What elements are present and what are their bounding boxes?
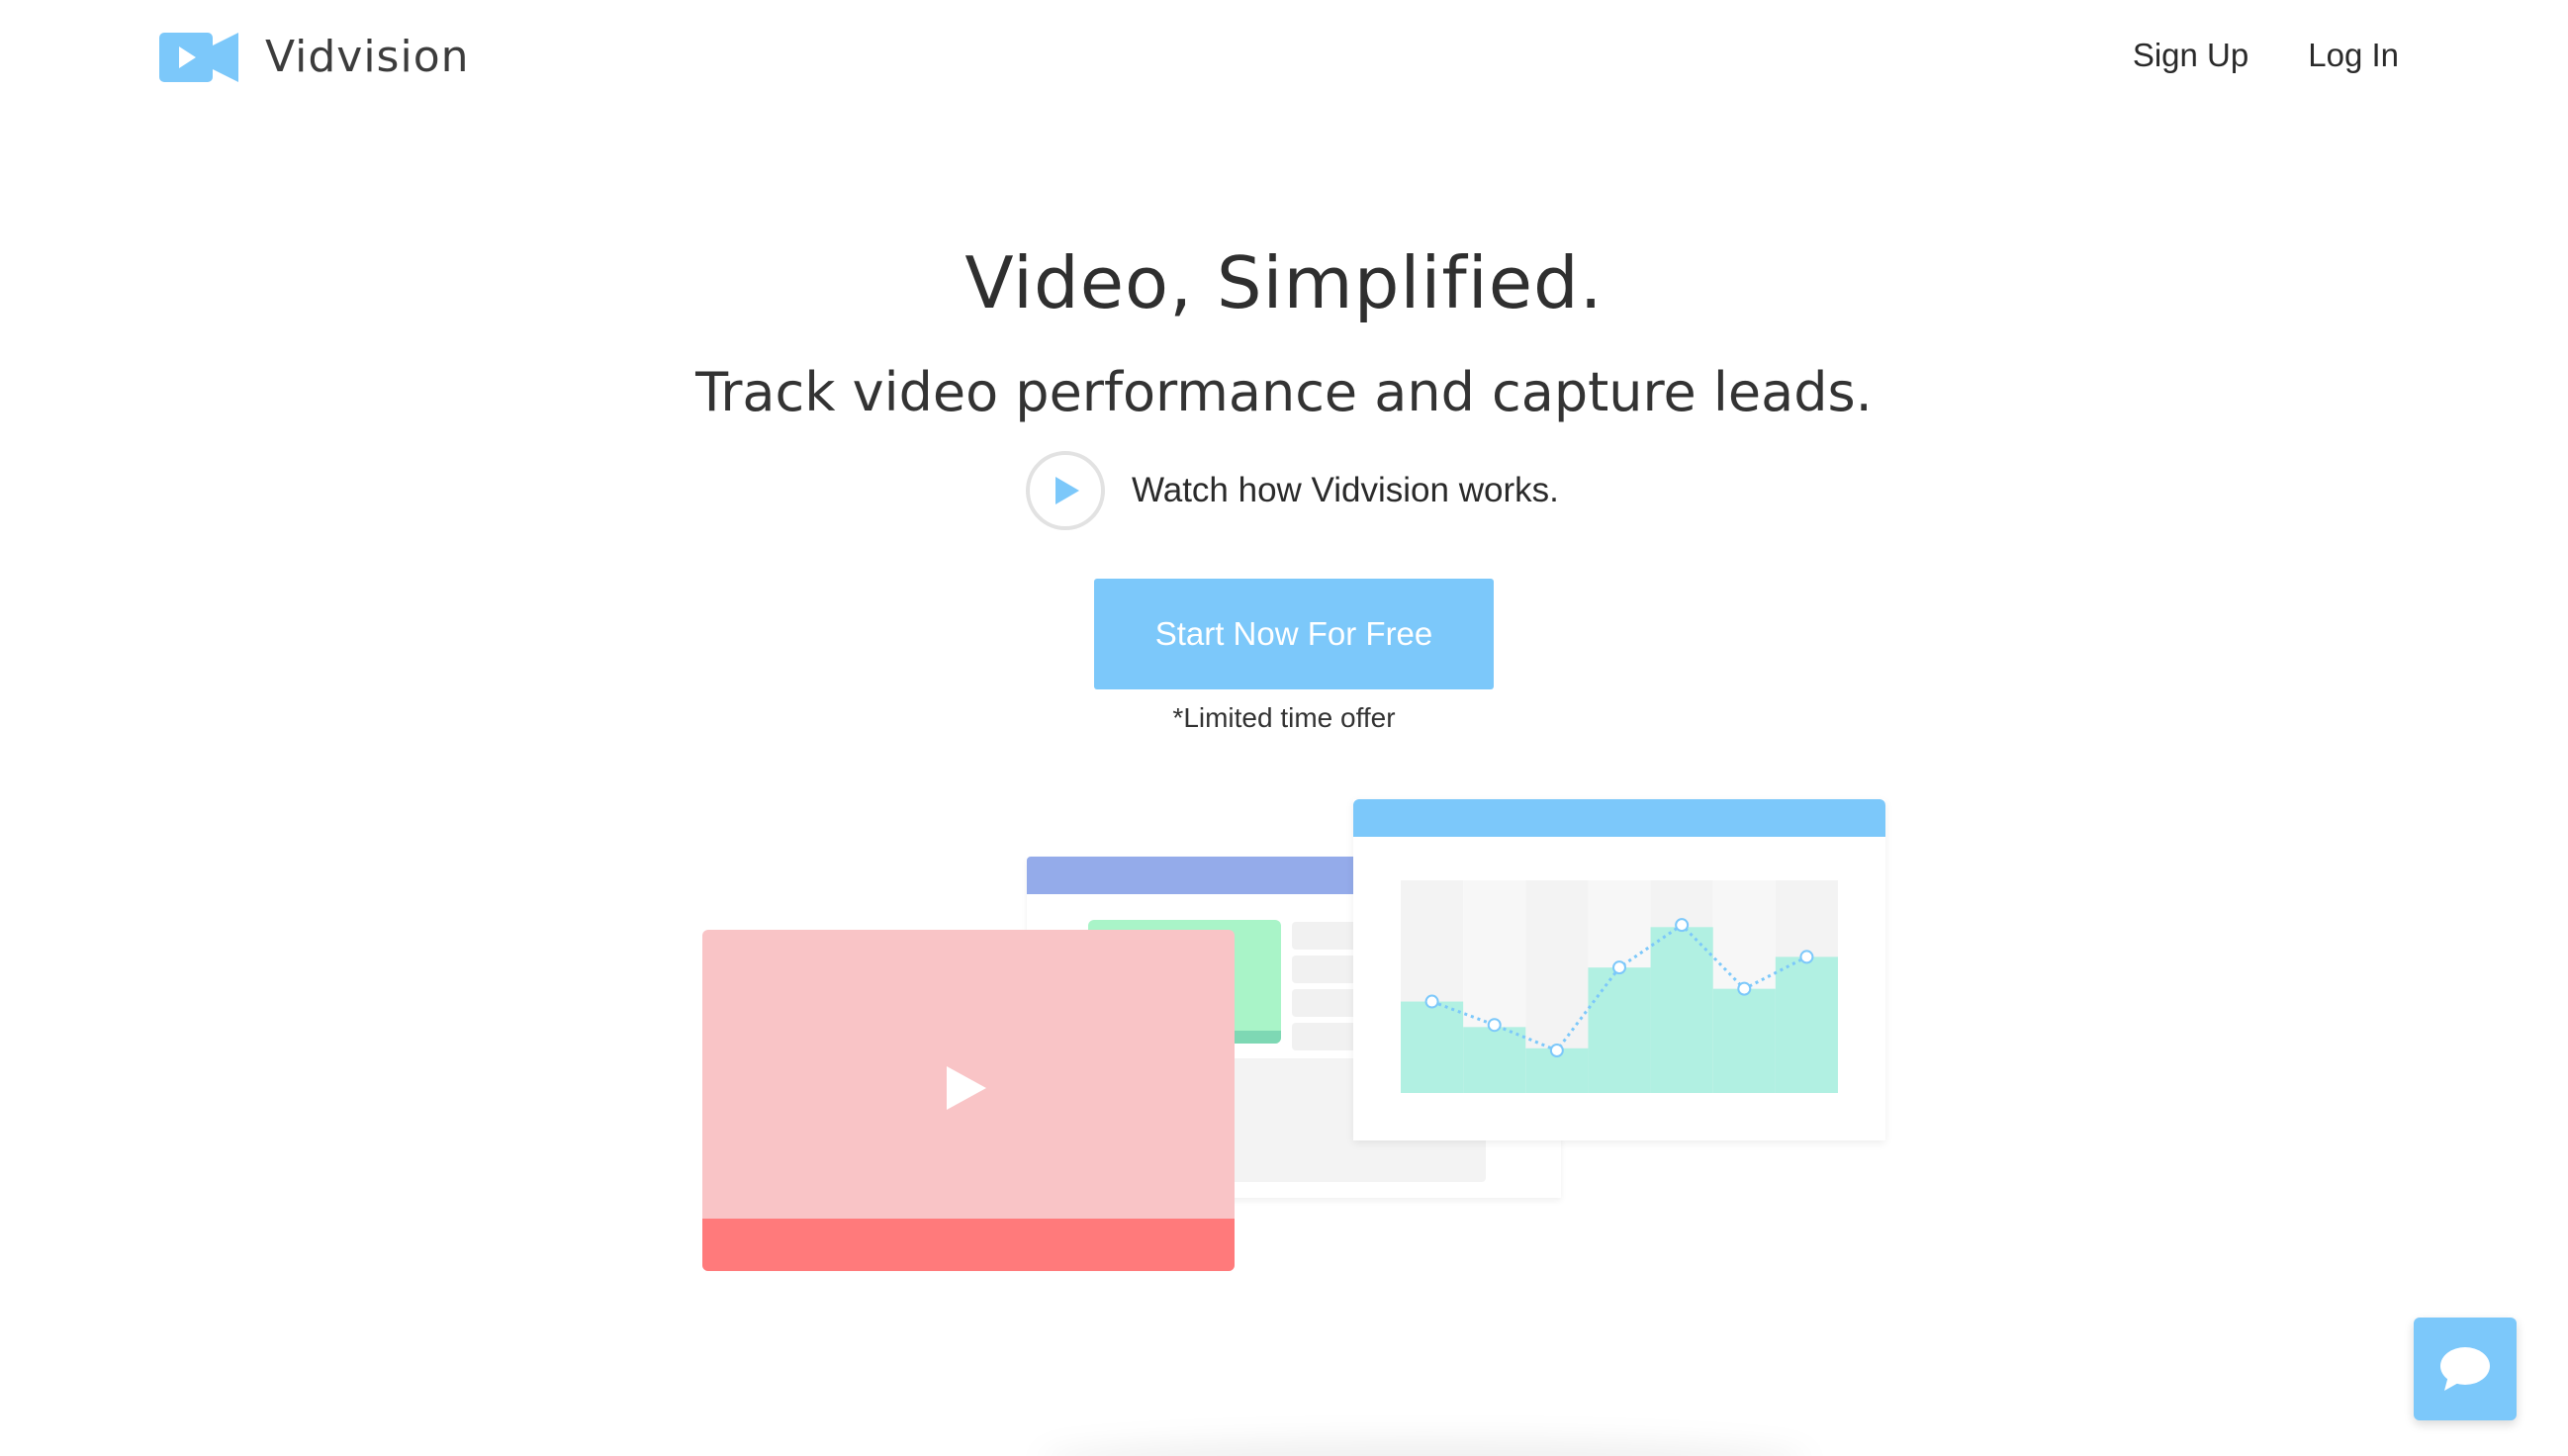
start-free-button[interactable]: Start Now For Free <box>1094 579 1494 689</box>
play-icon <box>947 1066 986 1110</box>
analytics-mini-chart <box>1401 880 1838 1093</box>
chart-point <box>1549 1044 1564 1057</box>
landing-page: Vidvision Sign Up Log In Video, Simplifi… <box>0 0 2568 1456</box>
brand-name: Vidvision <box>265 32 470 82</box>
chart-bar <box>1650 927 1713 1093</box>
watch-video-label: Watch how Vidvision works. <box>1132 471 1559 509</box>
chart-point <box>1737 981 1752 996</box>
watch-video-link[interactable]: Watch how Vidvision works. <box>1025 450 1559 531</box>
chart-card-header <box>1353 799 1885 837</box>
video-player-card <box>702 930 1235 1271</box>
chart-bar <box>1775 956 1838 1093</box>
chart-bar <box>1712 988 1776 1093</box>
chart-bar <box>1588 967 1651 1093</box>
analytics-chart-card <box>1353 799 1885 1140</box>
chart-point <box>1424 994 1439 1009</box>
chart-bar <box>1401 1001 1464 1093</box>
limited-offer-note: *Limited time offer <box>1172 702 1396 733</box>
chart-bar <box>1463 1027 1526 1093</box>
chat-bubble-icon <box>2440 1347 2490 1391</box>
hero-subtitle: Track video performance and capture lead… <box>695 361 1873 423</box>
bottom-fade <box>1039 1439 1810 1456</box>
video-camera-icon <box>159 32 238 82</box>
play-circle-icon <box>1026 451 1105 530</box>
chart-point <box>1612 960 1626 975</box>
top-nav: Sign Up Log In <box>2133 32 2399 79</box>
hero-title: Video, Simplified. <box>964 241 1604 324</box>
chat-button[interactable] <box>2414 1318 2517 1420</box>
signup-link[interactable]: Sign Up <box>2133 32 2248 79</box>
chart-point <box>1675 918 1690 933</box>
login-link[interactable]: Log In <box>2308 32 2399 79</box>
brand-logo[interactable]: Vidvision <box>159 32 470 82</box>
chart-point <box>1799 950 1814 964</box>
video-player-bar <box>702 1219 1235 1271</box>
chart-point <box>1487 1018 1502 1033</box>
